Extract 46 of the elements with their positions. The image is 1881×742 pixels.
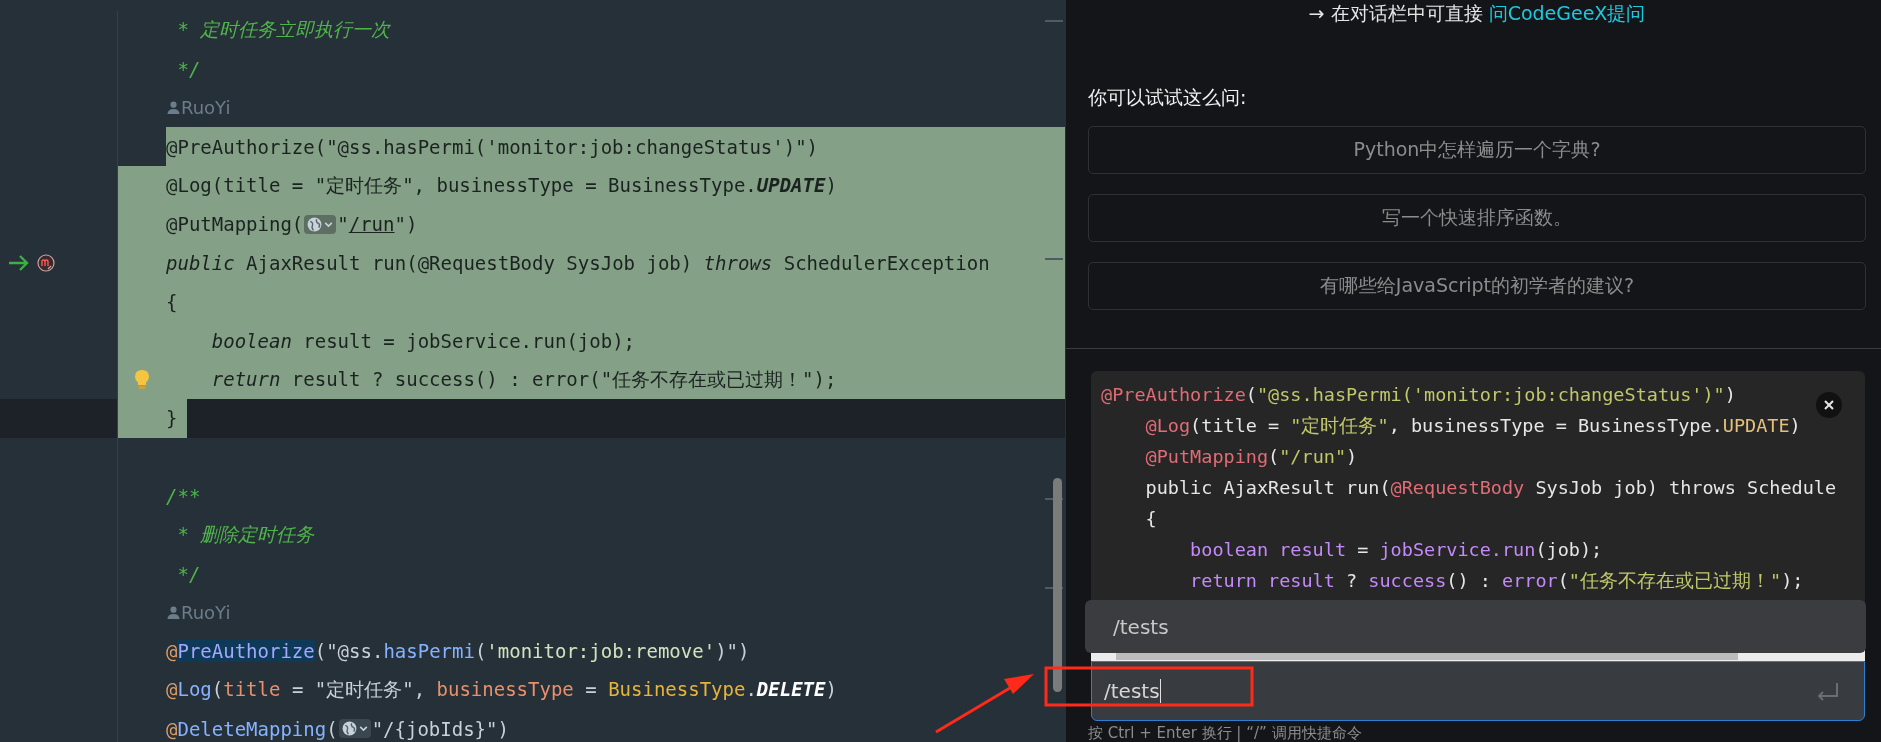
author-name[interactable]: RuoYi	[181, 97, 231, 119]
enter-icon[interactable]	[1816, 681, 1840, 702]
code-text: @DeleteMapping(	[166, 717, 338, 740]
code-text: */	[176, 58, 201, 81]
arrow-right-icon[interactable]	[8, 254, 30, 273]
code-text: }	[166, 407, 178, 430]
code-text: @PutMapping("/run")	[1144, 445, 1358, 469]
ask-link[interactable]: 问CodeGeeX提问	[1488, 2, 1646, 24]
code-text: public AjaxResult run(@RequestBody SysJob job) throws SchedulerException	[166, 252, 990, 275]
author-name[interactable]: RuoYi	[181, 601, 231, 623]
method-marker-icon[interactable]	[36, 253, 56, 274]
code-text: {	[166, 290, 178, 313]
input-field[interactable]: /tests	[1091, 661, 1865, 721]
globe-dropdown-icon[interactable]	[338, 719, 371, 739]
code-text: @PutMapping(	[166, 213, 304, 236]
suggestion-button[interactable]: Python中怎样遍历一个字典?	[1088, 126, 1866, 174]
code-text: /**	[166, 484, 201, 507]
suggestion-button[interactable]: 写一个快速排序函数。	[1088, 194, 1866, 242]
code-text: @PreAuthorize("@ss.hasPermi('monitor:job:changeStatus')")	[1101, 383, 1736, 407]
code-text: * 删除定时任务	[176, 521, 315, 547]
code-text: return result ? success() : error("任务不存在或已过期！");	[1189, 569, 1804, 593]
person-icon	[166, 100, 181, 116]
code-text: @PreAuthorize("@ss.hasPermi('monitor:job:changeStatus')")	[166, 135, 819, 158]
person-icon	[166, 604, 181, 620]
scrollbar-thumb[interactable]	[1053, 478, 1062, 692]
code-text: */	[176, 562, 201, 585]
code-text: "/{jobIds}")	[371, 717, 509, 740]
hint-text: 按 Ctrl + Enter 换行 | “/” 调用快捷命令	[1088, 724, 1363, 742]
code-text: boolean result = jobService.run(job);	[210, 329, 635, 352]
code-text: "/run")	[337, 213, 418, 236]
code-text: public AjaxResult run(@RequestBody SysJob job) throws Schedule	[1144, 476, 1837, 500]
code-text: return result ? success() : error("任务不存在或已过期！");	[210, 366, 837, 392]
suggestion-button[interactable]: 有哪些给JavaScript的初学者的建议?	[1088, 262, 1866, 310]
close-button[interactable]	[1816, 392, 1842, 418]
code-text: @Log(title = "定时任务", businessType = BusinessType.UPDATE)	[1144, 414, 1801, 438]
text-caret	[1159, 679, 1161, 704]
suggestions-title: 你可以试试这么问:	[1088, 85, 1247, 110]
code-text: * 定时任务立即执行一次	[176, 17, 391, 43]
tip-text: → 在对话栏中可直接 问CodeGeeX提问	[1307, 1, 1647, 26]
code-text: {	[1144, 507, 1157, 531]
code-text: @PreAuthorize("@ss.hasPermi('monitor:job:remove')")	[166, 640, 750, 663]
code-text: boolean result = jobService.run(job);	[1189, 538, 1603, 562]
close-icon[interactable]	[1823, 399, 1835, 411]
code-text: @Log(title = "定时任务", businessType = BusinessType.UPDATE)	[166, 172, 837, 198]
command-item[interactable]: /tests	[1113, 614, 1169, 639]
code-text: @Log(title = "定时任务", businessType = BusinessType.DELETE)	[166, 676, 837, 702]
